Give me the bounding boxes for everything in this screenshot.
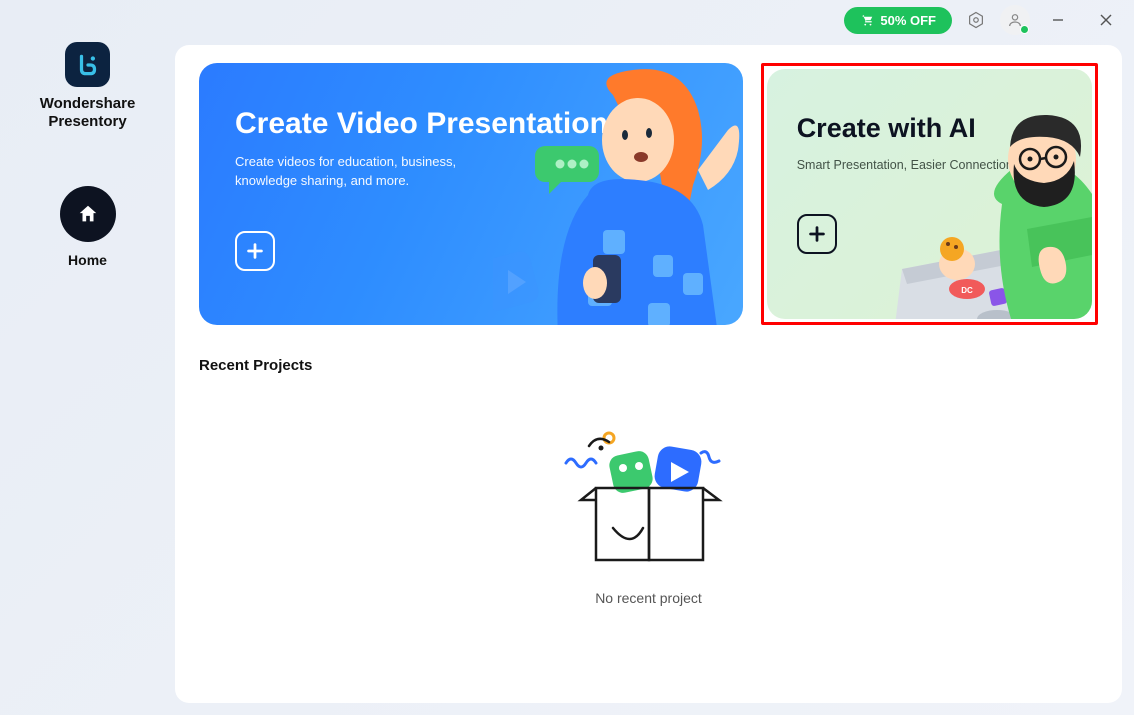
minimize-button[interactable] [1038,0,1078,40]
empty-state: No recent project [199,428,1098,606]
nav-home[interactable]: Home [60,186,116,268]
promo-label: 50% OFF [880,13,936,28]
sidebar: Wondershare Presentory Home [0,0,175,715]
empty-box-illustration [561,428,736,568]
promo-button[interactable]: 50% OFF [844,7,952,34]
create-ai-card[interactable]: Create with AI Smart Presentation, Easie… [767,69,1092,319]
settings-icon[interactable] [960,4,992,36]
cart-icon [860,13,874,27]
user-icon [1007,12,1023,28]
plus-icon [235,231,275,271]
ai-illustration: DC [892,109,1092,319]
create-video-card[interactable]: Create Video Presentation Create videos … [199,63,743,325]
plus-icon [797,214,837,254]
card-video-subtitle: Create videos for education, business, k… [235,153,495,191]
chat-bubble-icon [535,141,605,195]
cards-row: Create Video Presentation Create videos … [199,63,1098,325]
video-illustration [493,63,743,325]
svg-text:DC: DC [961,286,973,295]
main-content: Create Video Presentation Create videos … [175,45,1122,703]
app-logo [65,42,110,87]
nav-home-label: Home [68,252,107,268]
empty-text: No recent project [595,590,702,606]
close-button[interactable] [1086,0,1126,40]
brand-name: Wondershare Presentory [40,95,136,131]
recent-projects-title: Recent Projects [199,357,1098,374]
create-ai-card-highlight: Create with AI Smart Presentation, Easie… [761,63,1098,325]
account-button[interactable] [1000,5,1030,35]
home-icon [60,186,116,242]
